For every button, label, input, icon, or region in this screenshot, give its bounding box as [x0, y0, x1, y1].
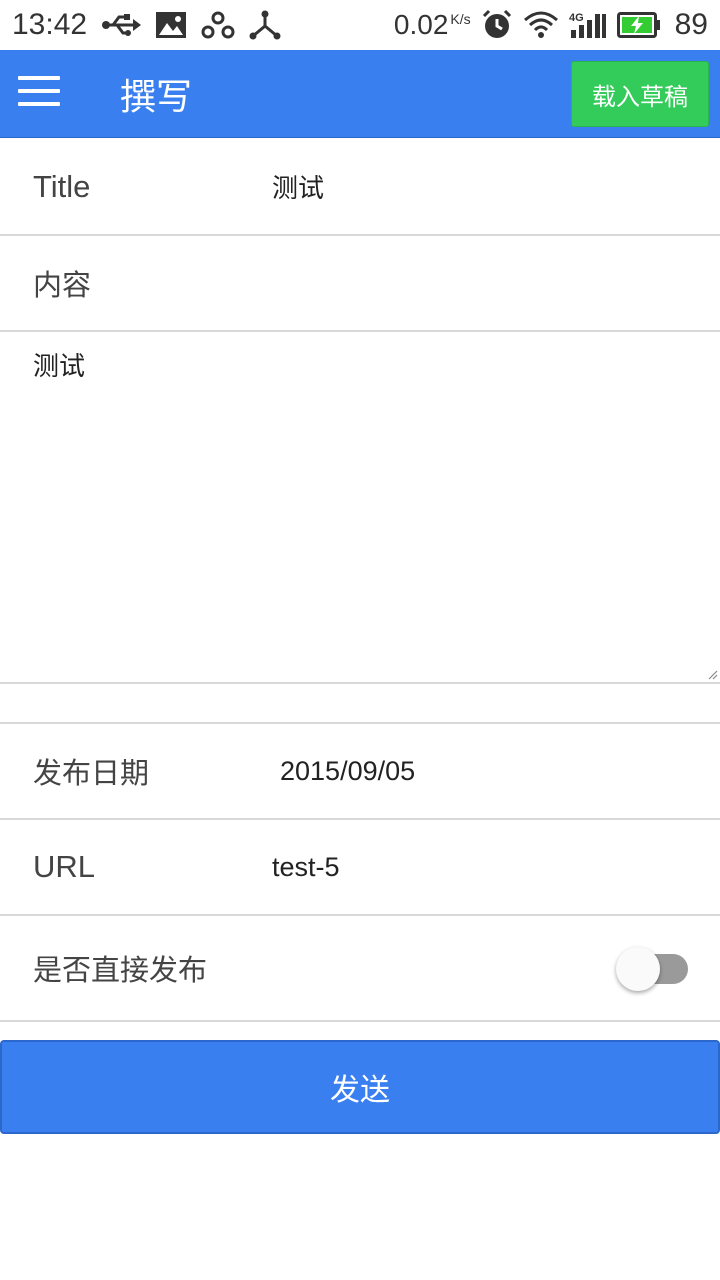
usb-icon	[101, 8, 142, 42]
load-draft-button[interactable]: 载入草稿	[571, 61, 709, 127]
status-bar: 13:42 0.02 K/s 4G 89	[0, 0, 720, 50]
share-alt-icon	[201, 8, 235, 42]
status-left-icons	[101, 8, 281, 42]
battery-level: 89	[674, 8, 708, 41]
image-icon	[155, 8, 187, 42]
battery-charging-icon	[616, 8, 661, 42]
content-textarea[interactable]: 测试	[0, 332, 720, 684]
publish-date-label: 发布日期	[33, 756, 150, 790]
content-text: 测试	[33, 352, 86, 382]
url-label: URL	[33, 849, 96, 884]
network-speed: 0.02 K/s	[393, 9, 471, 40]
publish-date-input[interactable]: 2015/09/05	[280, 756, 700, 787]
page-title: 撰写	[120, 77, 193, 118]
title-label: Title	[33, 168, 91, 204]
publish-now-label: 是否直接发布	[33, 953, 208, 987]
url-input[interactable]: test-5	[272, 852, 700, 883]
title-row: Title 测试	[0, 139, 720, 236]
content-label: 内容	[33, 268, 92, 302]
network-type-label: 4G	[569, 12, 584, 24]
signal-4g-icon: 4G	[569, 8, 607, 42]
section-divider	[0, 684, 720, 724]
status-time: 13:42	[12, 8, 88, 41]
toggle-knob	[616, 947, 660, 991]
content-label-row: 内容	[0, 236, 720, 332]
network-icon	[249, 8, 281, 42]
menu-icon[interactable]	[18, 76, 62, 112]
publish-date-row: 发布日期 2015/09/05	[0, 724, 720, 820]
status-right: 0.02 K/s 4G 89	[394, 8, 708, 42]
wifi-icon	[523, 8, 559, 42]
resize-grip-icon[interactable]	[706, 668, 718, 680]
title-input[interactable]: 测试	[272, 168, 700, 205]
publish-now-toggle[interactable]	[616, 946, 690, 992]
publish-now-row: 是否直接发布	[0, 916, 720, 1022]
app-bar: 撰写 载入草稿	[0, 50, 720, 138]
send-button[interactable]: 发送	[0, 1040, 720, 1134]
alarm-icon	[481, 8, 513, 42]
url-row: URL test-5	[0, 820, 720, 916]
network-speed-unit: K/s	[450, 10, 471, 27]
